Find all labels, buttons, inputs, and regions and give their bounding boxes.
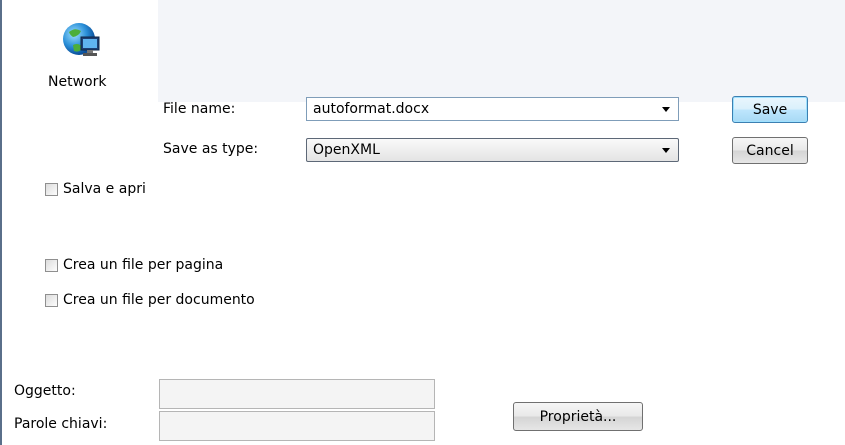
chevron-down-icon[interactable] (662, 147, 670, 153)
save-button[interactable]: Save (732, 96, 808, 123)
checkbox-box[interactable] (45, 182, 58, 196)
save-as-type-label: Save as type: (163, 141, 259, 157)
save-as-type-select[interactable]: OpenXML (306, 138, 679, 162)
checkbox-box[interactable] (45, 258, 58, 272)
file-name-input[interactable]: autoformat.docx (307, 101, 662, 117)
salva-e-apri-label: Salva e apri (63, 181, 146, 197)
file-name-combobox[interactable]: autoformat.docx (306, 97, 679, 121)
cancel-button[interactable]: Cancel (732, 137, 808, 164)
parole-chiavi-field[interactable] (159, 411, 435, 441)
crea-file-per-pagina-label: Crea un file per pagina (63, 257, 224, 273)
chevron-down-icon[interactable] (662, 106, 670, 112)
parole-chiavi-label: Parole chiavi: (14, 416, 108, 432)
crea-file-per-documento-checkbox[interactable]: Crea un file per documento (45, 292, 255, 308)
save-as-type-value: OpenXML (313, 142, 380, 158)
oggetto-label: Oggetto: (14, 383, 76, 399)
oggetto-field[interactable] (159, 379, 435, 409)
network-label: Network (48, 74, 107, 90)
properties-button[interactable]: Proprietà... (513, 402, 643, 431)
places-network-item[interactable] (42, 18, 122, 64)
checkbox-box[interactable] (45, 293, 58, 307)
file-name-label: File name: (163, 101, 236, 117)
header-strip (158, 0, 845, 102)
salva-e-apri-checkbox[interactable]: Salva e apri (45, 181, 146, 197)
network-globe-icon (59, 18, 105, 64)
crea-file-per-pagina-checkbox[interactable]: Crea un file per pagina (45, 257, 223, 273)
crea-file-per-documento-label: Crea un file per documento (63, 292, 255, 308)
